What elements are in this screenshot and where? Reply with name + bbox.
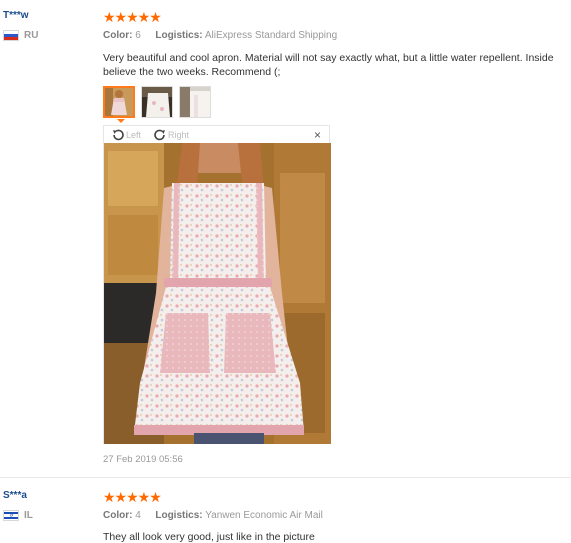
review-text-line: believe the two weeks. Recommend (; [103,66,281,78]
review-text-line: They all look very good, just like in th… [103,531,315,543]
photo-thumbnail[interactable] [103,86,135,118]
rotate-right-button[interactable]: Right [153,128,189,142]
israel-flag-icon: ✡ [3,510,19,521]
reviewer-country: ✡ IL [3,510,98,521]
review-text: They all look very good, just like in th… [103,530,571,543]
logistics-value: AliExpress Standard Shipping [204,30,338,41]
star-rating: ★★★★★ [103,489,162,505]
photo-thumbnail[interactable] [141,86,173,118]
russia-flag-icon [3,30,19,41]
rotate-left-button[interactable]: Left [111,128,141,142]
logistics-value: Yanwen Economic Air Mail [205,510,323,521]
reviewer-name: T***w [3,10,29,21]
review-photo-thumbnails [103,86,571,118]
review-text-line: Very beautiful and cool apron. Material … [103,52,554,64]
reviewer-name: S***a [3,490,27,501]
photo-viewer: Left Right × [103,125,331,444]
close-viewer-button[interactable]: × [314,128,321,142]
reviewer-country: RU [3,30,98,41]
color-value: 4 [135,510,141,521]
active-thumbnail-caret [117,119,125,123]
logistics-label: Logistics: [155,510,203,521]
review-content: ★★★★★ Color: 6 Logistics: AliExpress Sta… [103,10,571,118]
order-info: Color: 4 Logistics: Yanwen Economic Air … [103,510,571,521]
rotate-left-icon [113,129,124,140]
rotate-left-label: Left [126,129,142,140]
order-info: Color: 6 Logistics: AliExpress Standard … [103,30,571,41]
logistics-label: Logistics: [155,30,203,41]
review-text: Very beautiful and cool apron. Material … [103,51,571,79]
color-label: Color: [103,30,133,41]
review-content: ★★★★★ Color: 4 Logistics: Yanwen Economi… [103,490,571,543]
review-photo [104,143,331,444]
review-divider [0,477,571,478]
star-rating: ★★★★★ [103,9,162,25]
country-code: RU [24,30,39,41]
viewer-toolbar: Left Right × [104,126,329,143]
color-value: 6 [135,30,141,41]
rotate-right-icon [154,129,166,140]
reviewer-info: T***w RU [3,10,98,41]
photo-thumbnail[interactable] [179,86,211,118]
review-date: 27 Feb 2019 05:56 [103,454,183,465]
rotate-right-label: Right [168,129,190,140]
reviewer-info: S***a ✡ IL [3,490,98,521]
country-code: IL [24,510,33,521]
color-label: Color: [103,510,133,521]
